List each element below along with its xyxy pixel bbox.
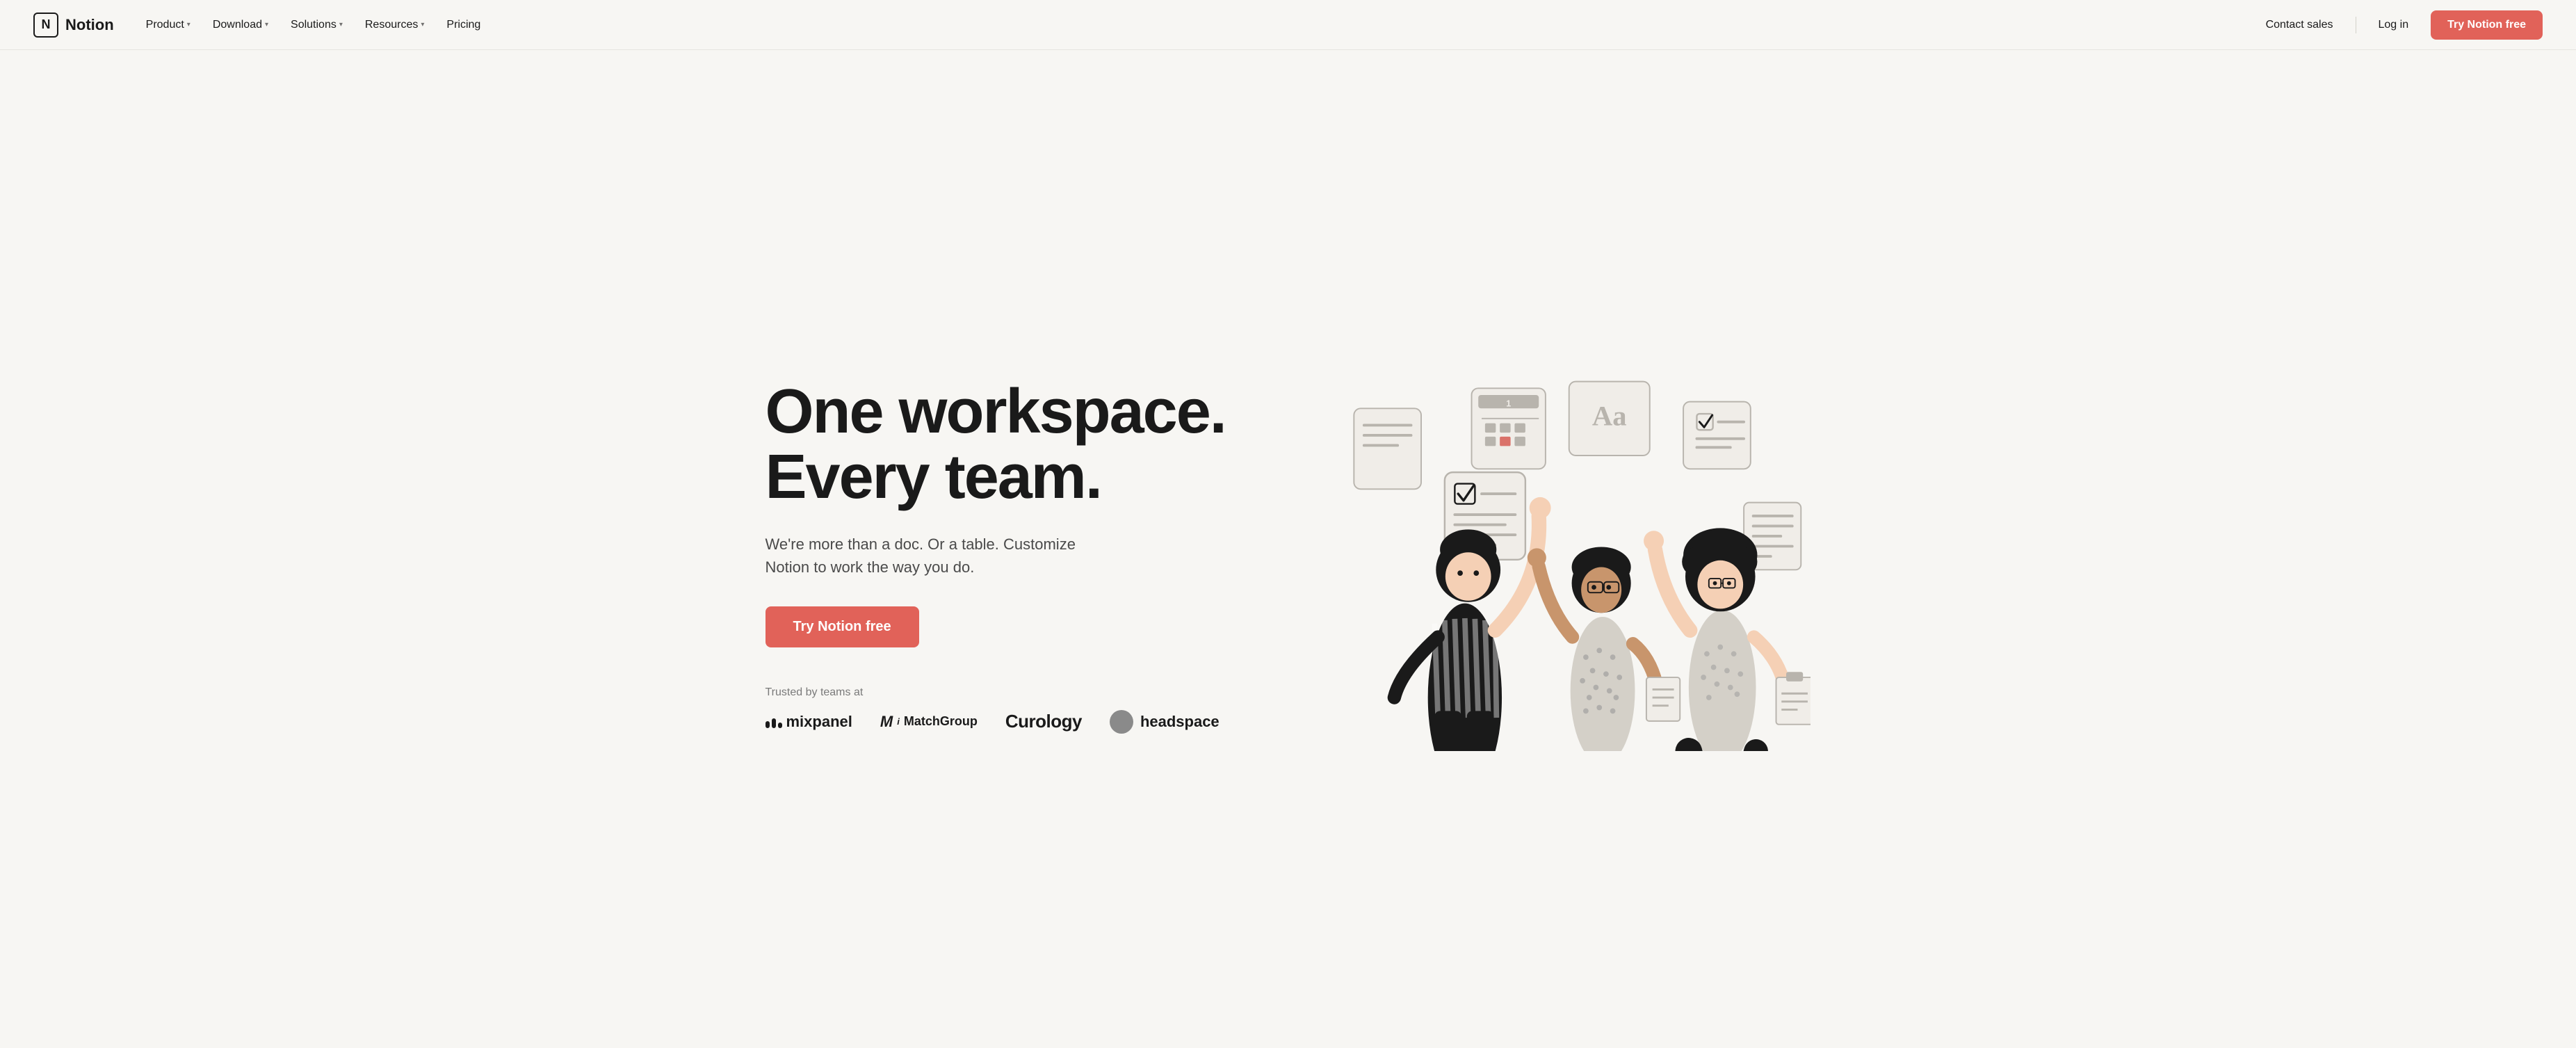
nav-product-label: Product [146, 19, 184, 31]
hero-cta-label: Try Notion free [793, 619, 891, 634]
curology-text: Curology [1005, 711, 1082, 732]
logo-text: Notion [65, 16, 114, 34]
trusted-by-label: Trusted by teams at [765, 686, 1313, 699]
hero-content: One workspace. Every team. We're more th… [765, 379, 1340, 734]
hero-illustration-svg: 1 Aa [1340, 362, 1811, 751]
nav-download-label: Download [213, 19, 262, 31]
matchgroup-text: MatchGroup [904, 714, 978, 729]
navbar: N Notion Product ▾ Download ▾ Solutions [0, 0, 2576, 50]
nav-solutions-label: Solutions [291, 19, 337, 31]
hero-title-line2: Every team. [765, 442, 1101, 512]
matchgroup-icon: M [880, 713, 893, 731]
logo-icon-letter: N [42, 17, 51, 32]
hero-subtitle: We're more than a doc. Or a table. Custo… [765, 533, 1099, 579]
mixpanel-text: mixpanel [786, 713, 852, 731]
logo-curology: Curology [1005, 711, 1082, 732]
logo-mixpanel: mixpanel [765, 713, 852, 731]
chevron-down-icon: ▾ [187, 21, 191, 29]
headspace-circle-icon [1110, 710, 1133, 734]
trusted-logos: mixpanel M i MatchGroup Curology headspa… [765, 710, 1313, 734]
logo-matchgroup: M i MatchGroup [880, 713, 978, 731]
nav-resources-label: Resources [365, 19, 418, 31]
login-link[interactable]: Log in [2365, 13, 2423, 37]
nav-item-pricing[interactable]: Pricing [437, 13, 490, 37]
logo-headspace: headspace [1110, 710, 1220, 734]
nav-try-free-label: Try Notion free [2447, 19, 2526, 31]
nav-right: Contact sales Log in Try Notion free [2252, 10, 2543, 40]
hero-cta-button[interactable]: Try Notion free [765, 606, 919, 647]
mixpanel-dots-icon [765, 718, 782, 728]
nav-menu: Product ▾ Download ▾ Solutions ▾ Resourc… [136, 13, 491, 37]
trusted-by-section: Trusted by teams at mixpanel M i MatchGr… [765, 686, 1313, 734]
hero-title: One workspace. Every team. [765, 379, 1313, 510]
nav-item-resources[interactable]: Resources ▾ [355, 13, 435, 37]
nav-item-solutions[interactable]: Solutions ▾ [281, 13, 353, 37]
svg-text:Aa: Aa [1592, 400, 1627, 431]
chevron-down-icon: ▾ [421, 21, 424, 29]
nav-try-free-button[interactable]: Try Notion free [2431, 10, 2543, 40]
logo-icon: N [33, 13, 58, 38]
nav-pricing-label: Pricing [446, 19, 480, 31]
login-label: Log in [2379, 19, 2409, 31]
contact-sales-label: Contact sales [2266, 19, 2333, 31]
headspace-text: headspace [1140, 713, 1220, 731]
nav-item-download[interactable]: Download ▾ [203, 13, 278, 37]
chevron-down-icon: ▾ [265, 21, 268, 29]
hero-illustration: 1 Aa [1340, 362, 1811, 751]
svg-text:1: 1 [1506, 398, 1511, 408]
nav-item-product[interactable]: Product ▾ [136, 13, 200, 37]
contact-sales-link[interactable]: Contact sales [2252, 13, 2347, 37]
chevron-down-icon: ▾ [339, 21, 343, 29]
hero-title-line1: One workspace. [765, 377, 1226, 446]
logo-link[interactable]: N Notion [33, 13, 114, 38]
hero-section: One workspace. Every team. We're more th… [732, 50, 1845, 1048]
